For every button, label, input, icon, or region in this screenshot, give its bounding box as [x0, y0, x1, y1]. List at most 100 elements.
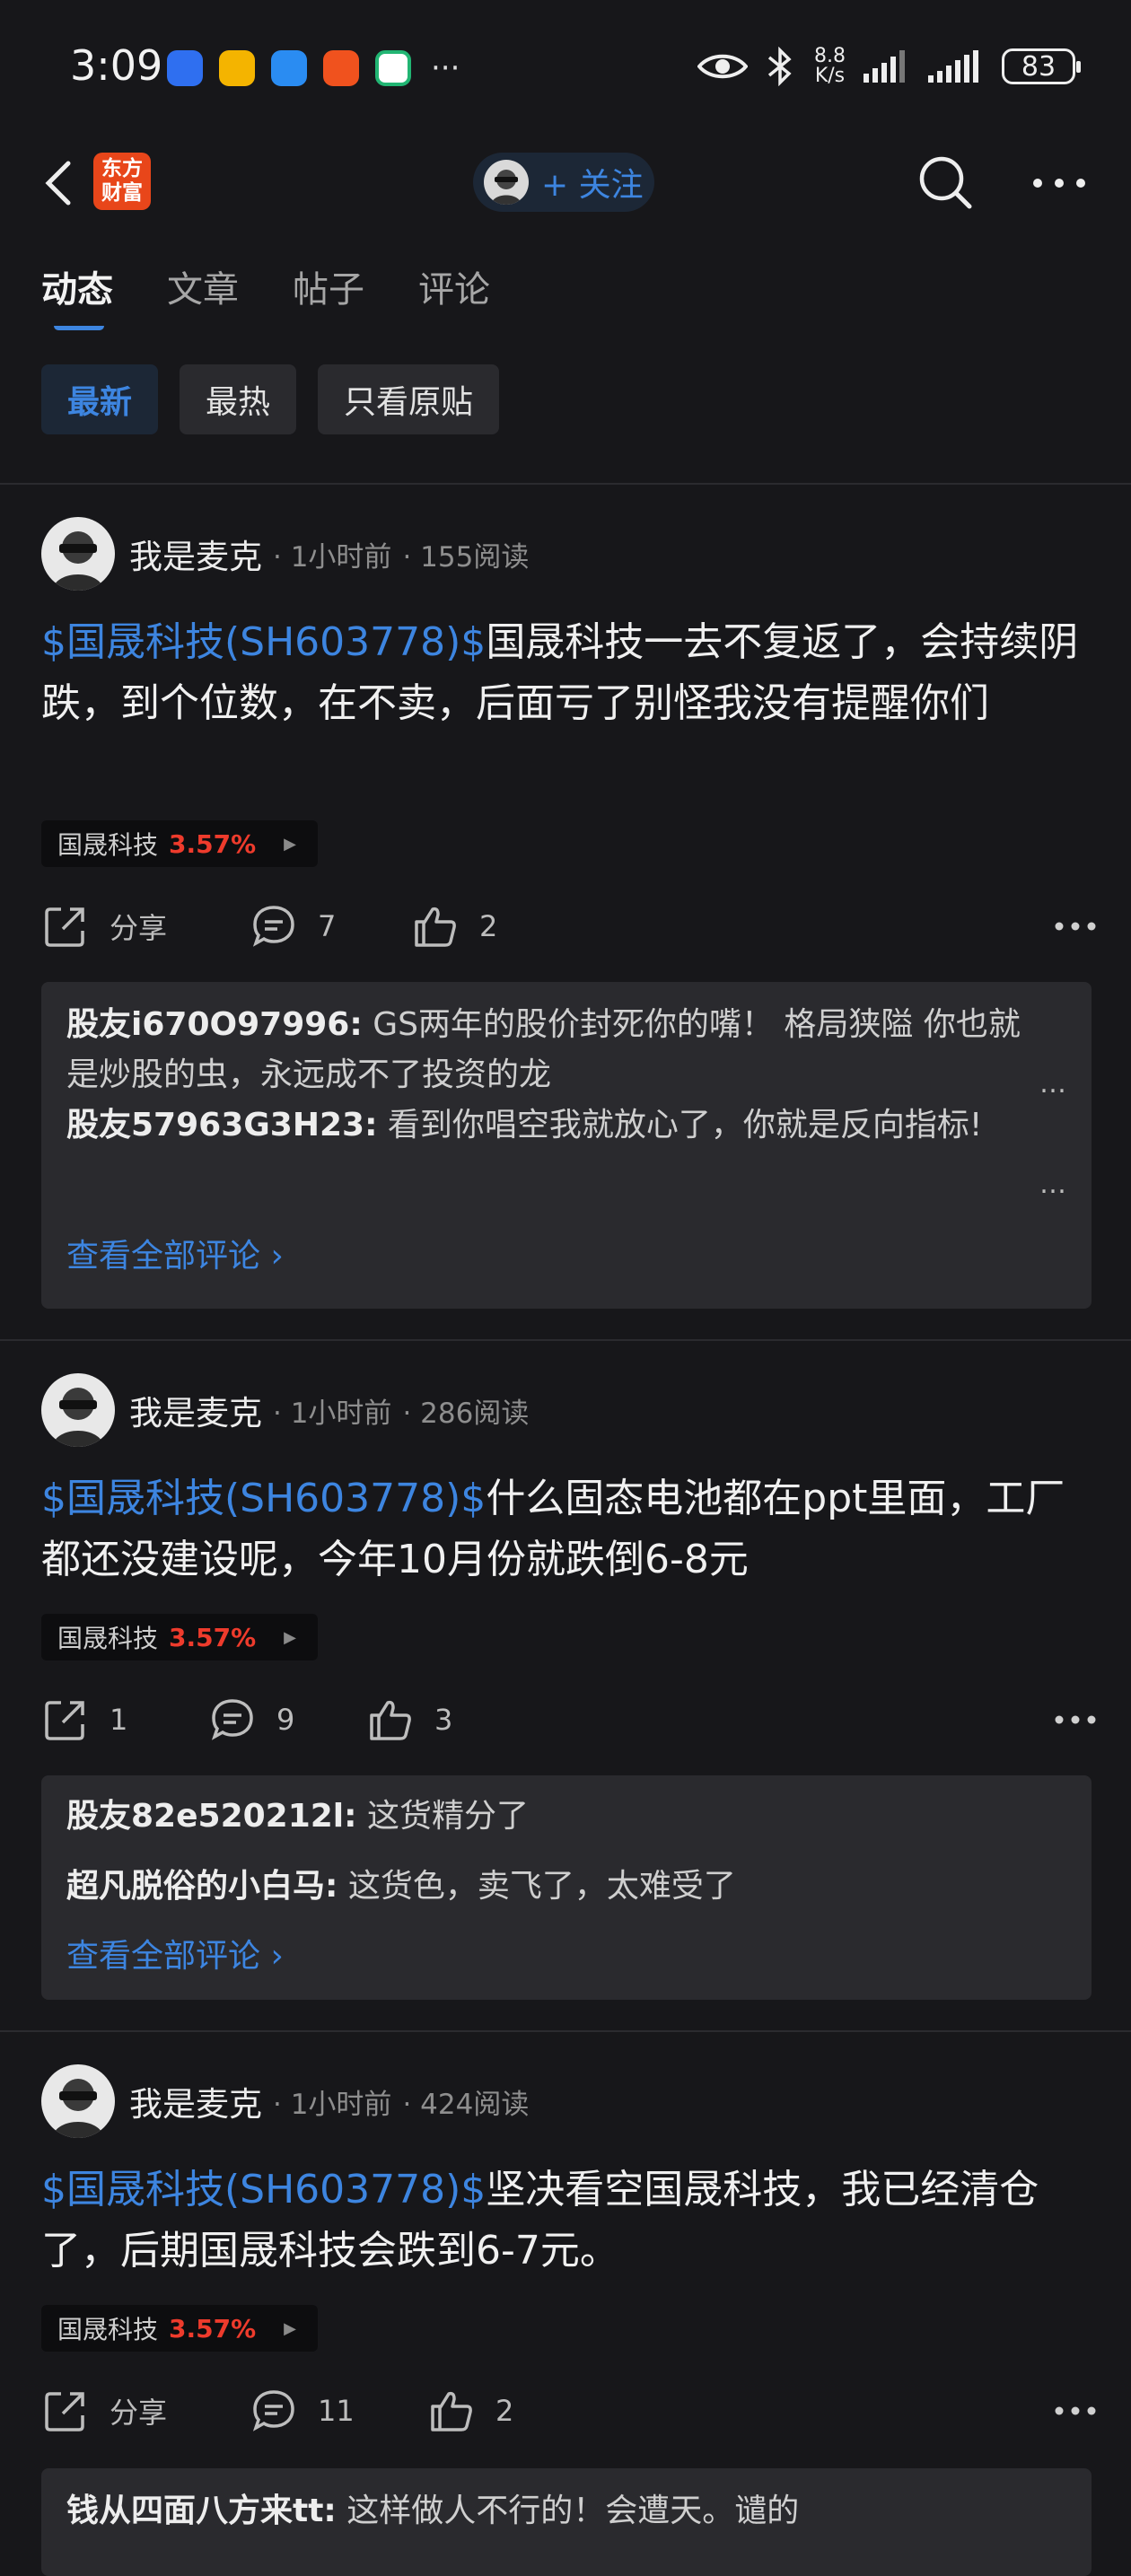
thumbs-up-icon: [370, 1700, 411, 1740]
back-icon[interactable]: [38, 156, 92, 210]
share-label: 分享: [110, 911, 168, 945]
comment-icon: [211, 1699, 253, 1740]
comment-count: 7: [318, 909, 337, 943]
share-label: 分享: [110, 2396, 168, 2430]
expand-ellipsis[interactable]: …: [1039, 1169, 1066, 1200]
more-icon[interactable]: [1054, 910, 1097, 942]
battery-indicator: 83: [1002, 48, 1081, 84]
stock-tag-link[interactable]: $国晟科技(SH603778)$: [41, 1476, 486, 1521]
stock-name: 国晟科技: [57, 1624, 159, 1653]
thumbs-up-icon: [415, 907, 456, 947]
filter-original-only[interactable]: 只看原贴: [318, 364, 500, 434]
post-content[interactable]: $国晟科技(SH603778)$什么固态电池都在ppt里面，工厂都还没建设呢，今…: [41, 1468, 1100, 1590]
comment-preview: 钱从四面八方来tt: 这样做人不行的！会遭天。谴的: [41, 2468, 1092, 2576]
comment-item[interactable]: 股友82e520212l: 这货精分了: [66, 1792, 1045, 1842]
tab-comments[interactable]: 评论: [418, 260, 490, 312]
share-button[interactable]: 1: [41, 1691, 127, 1748]
like-button[interactable]: 2: [427, 2382, 513, 2440]
comment-preview: 股友i670O97996: GS两年的股价封死你的嘴！ 格局狭隘 你也就是炒股的…: [41, 982, 1092, 1309]
comment-button[interactable]: 7: [250, 898, 336, 955]
stock-quote-chip[interactable]: 国晟科技 3.57% ▶: [41, 2305, 318, 2352]
app-notification-icon: [323, 50, 359, 86]
comment-user[interactable]: 钱从四面八方来tt:: [66, 2493, 337, 2529]
avatar: [484, 160, 529, 205]
comment-user[interactable]: 股友82e520212l:: [66, 1798, 357, 1835]
stock-tag-link[interactable]: $国晟科技(SH603778)$: [41, 2167, 486, 2212]
message-icon: [271, 50, 307, 86]
share-button[interactable]: 分享: [41, 2382, 167, 2440]
thumbs-up-icon: [431, 2391, 472, 2431]
stock-quote-chip[interactable]: 国晟科技 3.57% ▶: [41, 820, 318, 867]
comment-text: 这样做人不行的！会遭天。谴的: [346, 2493, 800, 2529]
like-button[interactable]: 2: [411, 898, 497, 955]
comment-text: 这货精分了: [367, 1798, 530, 1835]
filter-hot[interactable]: 最热: [180, 364, 297, 434]
stock-change: 3.57%: [169, 828, 257, 859]
comment-user[interactable]: 超凡脱俗的小白马:: [66, 1868, 338, 1905]
expand-ellipsis[interactable]: …: [1039, 1068, 1066, 1100]
avatar[interactable]: [41, 517, 115, 591]
comment-user[interactable]: 股友57963G3H23:: [66, 1107, 377, 1143]
tab-dynamics[interactable]: 动态: [41, 260, 113, 312]
tab-posts[interactable]: 帖子: [293, 260, 364, 312]
comment-text: 看到你唱空我就放心了，你就是反向指标!: [387, 1107, 983, 1143]
filter-chips: 最新 最热 只看原贴: [41, 364, 500, 434]
comment-icon: [252, 2390, 294, 2431]
post-actions: 1 9 3: [41, 1691, 1100, 1748]
search-icon[interactable]: [916, 153, 975, 212]
avatar[interactable]: [41, 2064, 115, 2138]
divider: [0, 2030, 1131, 2032]
share-icon: [45, 2392, 84, 2431]
more-notifications-icon: ···: [431, 50, 460, 86]
author-name[interactable]: 我是麦克: [129, 2077, 262, 2125]
divider: [0, 1339, 1131, 1341]
author-name[interactable]: 我是麦克: [129, 530, 262, 578]
share-button[interactable]: 分享: [41, 898, 167, 955]
comment-user[interactable]: 股友i670O97996:: [66, 1006, 363, 1043]
more-icon[interactable]: [1054, 1704, 1097, 1736]
more-icon[interactable]: [1054, 2395, 1097, 2427]
author-name[interactable]: 我是麦克: [129, 1386, 262, 1434]
read-count: · 424阅读: [402, 2088, 530, 2121]
network-speed-unit: K/s: [814, 65, 846, 87]
stock-tag-link[interactable]: $国晟科技(SH603778)$: [41, 619, 486, 665]
like-count: 3: [434, 1703, 453, 1737]
share-icon: [45, 1701, 84, 1740]
like-button[interactable]: 3: [366, 1691, 452, 1748]
comment-button[interactable]: 9: [208, 1691, 294, 1748]
post-time: · 1小时前: [273, 540, 392, 574]
play-arrow-icon: ▶: [284, 1627, 296, 1647]
comment-button[interactable]: 11: [250, 2382, 355, 2440]
read-count: · 286阅读: [402, 1397, 530, 1430]
post-actions: 分享 7 2: [41, 898, 1100, 955]
comment-item[interactable]: 股友i670O97996: GS两年的股价封死你的嘴！ 格局狭隘 你也就是炒股的…: [66, 1000, 1045, 1100]
comment-item[interactable]: 股友57963G3H23: 看到你唱空我就放心了，你就是反向指标!: [66, 1100, 1045, 1151]
avatar[interactable]: [41, 1373, 115, 1447]
read-count: · 155阅读: [402, 540, 530, 574]
post-actions: 分享 11 2: [41, 2382, 1100, 2440]
follow-button[interactable]: + 关注: [473, 153, 654, 212]
share-icon: [45, 907, 84, 947]
signal-icon: [864, 50, 905, 83]
filter-latest[interactable]: 最新: [41, 364, 159, 434]
active-tab-indicator: [54, 321, 104, 330]
more-icon[interactable]: [1030, 165, 1088, 201]
app-notification-icon: [375, 50, 411, 86]
notification-icons: ···: [167, 50, 460, 86]
comment-count: 11: [318, 2394, 355, 2428]
comment-item[interactable]: 钱从四面八方来tt: 这样做人不行的！会遭天。谴的: [66, 2486, 1045, 2537]
view-all-comments-link[interactable]: 查看全部评论 ›: [66, 1230, 284, 1276]
network-speed-value: 8.8: [814, 45, 846, 67]
comment-item[interactable]: 超凡脱俗的小白马: 这货色，卖飞了，太难受了: [66, 1862, 1045, 1912]
app-logo[interactable]: 东方 财富: [93, 153, 151, 210]
post-content[interactable]: $国晟科技(SH603778)$坚决看空国晟科技，我已经清仓了，后期国晟科技会跌…: [41, 2160, 1100, 2282]
post-time: · 1小时前: [273, 2088, 392, 2121]
stock-quote-chip[interactable]: 国晟科技 3.57% ▶: [41, 1614, 318, 1660]
post-content[interactable]: $国晟科技(SH603778)$国晟科技一去不复返了，会持续阴跌，到个位数，在不…: [41, 612, 1100, 734]
view-all-comments-link[interactable]: 查看全部评论 ›: [66, 1930, 284, 1976]
stock-name: 国晟科技: [57, 830, 159, 860]
status-time: 3:09: [70, 41, 163, 90]
tab-articles[interactable]: 文章: [167, 260, 239, 312]
comment-count: 9: [276, 1703, 295, 1737]
play-arrow-icon: ▶: [284, 834, 296, 854]
